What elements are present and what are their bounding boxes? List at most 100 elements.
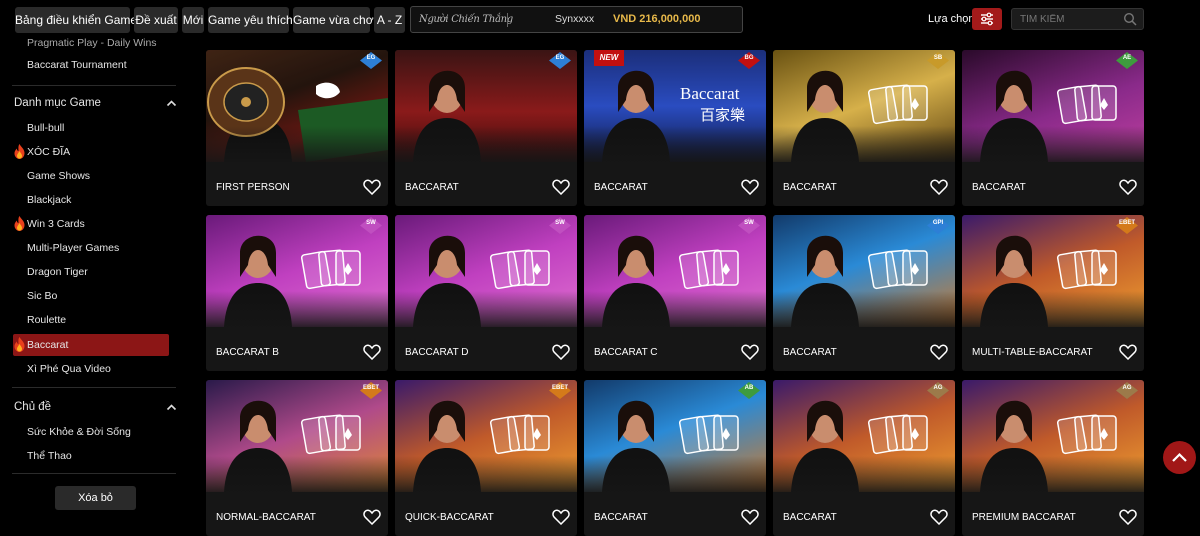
card-fade: [773, 126, 955, 166]
tab-new[interactable]: Mới: [182, 7, 204, 33]
provider-badge: SW: [549, 217, 571, 234]
favorite-button[interactable]: [552, 344, 570, 365]
favorite-button[interactable]: [741, 179, 759, 200]
favorite-button[interactable]: [930, 509, 948, 530]
provider-label: AB: [744, 385, 754, 391]
filter-button[interactable]: [972, 8, 1002, 30]
heart-icon[interactable]: [741, 344, 759, 361]
game-card[interactable]: GPI BACCARAT: [773, 215, 955, 371]
heart-icon[interactable]: [1119, 509, 1137, 526]
heart-icon[interactable]: [741, 509, 759, 526]
favorite-button[interactable]: [552, 179, 570, 200]
sidebar-divider: [12, 85, 176, 86]
game-card[interactable]: EBET NORMAL-BACCARAT: [206, 380, 388, 536]
sidebar-item-roulette[interactable]: Roulette: [27, 314, 66, 326]
sidebar: Pragmatic Play - Daily Wins Baccarat Tou…: [0, 37, 190, 535]
sidebar-divider: [12, 473, 176, 474]
favorite-button[interactable]: [363, 344, 381, 365]
game-card[interactable]: AB BACCARAT: [584, 380, 766, 536]
sidebar-item-baccarat-tournament[interactable]: Baccarat Tournament: [27, 59, 127, 71]
sidebar-item-bull-bull[interactable]: Bull-bull: [27, 122, 64, 134]
heart-icon[interactable]: [930, 179, 948, 196]
tab-favorites[interactable]: Game yêu thích: [208, 7, 293, 33]
favorite-button[interactable]: [1119, 344, 1137, 365]
game-card[interactable]: SW BACCARAT D: [395, 215, 577, 371]
sidebar-item-multi-player[interactable]: Multi-Player Games: [27, 242, 119, 254]
card-fade: [206, 126, 388, 166]
game-name: BACCARAT C: [594, 347, 658, 358]
heart-icon[interactable]: [930, 344, 948, 361]
favorite-button[interactable]: [552, 509, 570, 530]
search-input[interactable]: [1020, 12, 1120, 27]
favorite-button[interactable]: [363, 179, 381, 200]
tab-a-z[interactable]: A - Z: [374, 7, 405, 33]
game-card[interactable]: EBET QUICK-BACCARAT: [395, 380, 577, 536]
favorite-button[interactable]: [1119, 509, 1137, 530]
sidebar-item-health[interactable]: Sức Khỏe & Đời Sống: [27, 426, 131, 438]
card-fade: [962, 456, 1144, 496]
provider-label: EBET: [551, 385, 568, 391]
game-card[interactable]: AG PREMIUM BACCARAT: [962, 380, 1144, 536]
sidebar-item-daily-wins[interactable]: Pragmatic Play - Daily Wins: [27, 37, 157, 49]
provider-badge: SW: [738, 217, 760, 234]
sidebar-item-blackjack[interactable]: Blackjack: [27, 194, 71, 206]
game-name: MULTI-TABLE-BACCARAT: [972, 347, 1093, 358]
heart-icon[interactable]: [552, 179, 570, 196]
heart-icon[interactable]: [1119, 344, 1137, 361]
favorite-button[interactable]: [741, 344, 759, 365]
provider-label: AE: [1122, 55, 1132, 61]
game-name: BACCARAT: [783, 182, 837, 193]
favorite-button[interactable]: [741, 509, 759, 530]
chevron-up-icon[interactable]: [166, 402, 177, 413]
provider-badge: AB: [738, 382, 760, 399]
tab-recent[interactable]: Game vừa chơi: [293, 7, 376, 33]
provider-badge: AE: [1116, 52, 1138, 69]
filter-icon: [981, 12, 993, 26]
game-title: Baccarat: [680, 84, 740, 103]
winner-label: Người Chiến Thắng: [419, 14, 513, 25]
heart-icon[interactable]: [552, 509, 570, 526]
fire-icon: [14, 144, 25, 159]
sidebar-item-video-poker[interactable]: Xì Phé Qua Video: [27, 363, 111, 375]
game-card[interactable]: AG BACCARAT: [773, 380, 955, 536]
heart-icon[interactable]: [1119, 179, 1137, 196]
game-card[interactable]: SW BACCARAT C: [584, 215, 766, 371]
game-card[interactable]: AE BACCARAT: [962, 50, 1144, 206]
chevron-up-icon[interactable]: [166, 98, 177, 109]
card-fade: [773, 291, 955, 331]
scroll-top-button[interactable]: [1163, 441, 1196, 474]
game-card[interactable]: EBET MULTI-TABLE-BACCARAT: [962, 215, 1144, 371]
sidebar-item-sports[interactable]: Thể Thao: [27, 450, 72, 462]
tab-game-dashboard[interactable]: Bảng điều khiển Game: [15, 7, 137, 33]
heart-icon[interactable]: [930, 509, 948, 526]
search-icon[interactable]: [1123, 12, 1137, 26]
game-name: PREMIUM BACCARAT: [972, 512, 1076, 523]
game-card[interactable]: SB BACCARAT: [773, 50, 955, 206]
game-card[interactable]: EG FIRST PERSON: [206, 50, 388, 206]
heart-icon[interactable]: [363, 179, 381, 196]
sidebar-item-sic-bo[interactable]: Sic Bo: [27, 290, 57, 302]
game-card[interactable]: SW BACCARAT B: [206, 215, 388, 371]
game-name: BACCARAT: [972, 182, 1026, 193]
game-card[interactable]: EG BACCARAT: [395, 50, 577, 206]
heart-icon[interactable]: [741, 179, 759, 196]
game-card[interactable]: Baccarat 百家樂 BG NEW BACCARAT: [584, 50, 766, 206]
game-name: BACCARAT D: [405, 347, 469, 358]
sidebar-item-game-shows[interactable]: Game Shows: [27, 170, 90, 182]
favorite-button[interactable]: [930, 344, 948, 365]
favorite-button[interactable]: [930, 179, 948, 200]
clear-button[interactable]: Xóa bỏ: [55, 486, 136, 510]
sidebar-item-win-3-cards[interactable]: Win 3 Cards: [27, 218, 85, 230]
winner-user: Synxxxx: [555, 13, 595, 25]
provider-badge: EG: [360, 52, 382, 69]
sidebar-item-xoc-dia[interactable]: XÓC ĐĨA: [27, 146, 70, 158]
heart-icon[interactable]: [363, 344, 381, 361]
winner-ticker: Người Chiến Thắng Synxxxx VND 216,000,00…: [410, 6, 743, 33]
provider-label: AG: [1122, 385, 1132, 391]
heart-icon[interactable]: [552, 344, 570, 361]
tab-recommended[interactable]: Đề xuất: [134, 7, 178, 33]
favorite-button[interactable]: [363, 509, 381, 530]
heart-icon[interactable]: [363, 509, 381, 526]
favorite-button[interactable]: [1119, 179, 1137, 200]
sidebar-item-dragon-tiger[interactable]: Dragon Tiger: [27, 266, 88, 278]
